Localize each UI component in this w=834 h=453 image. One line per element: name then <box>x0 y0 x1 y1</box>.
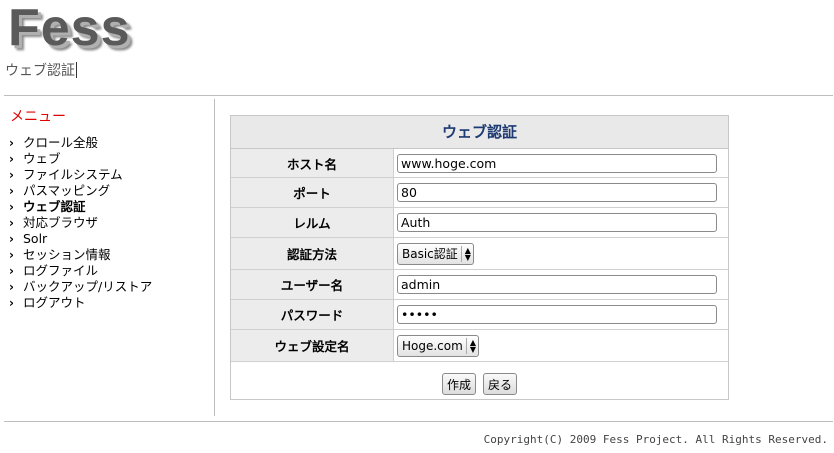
select-spinner-icon: ▲ ▼ <box>460 245 471 262</box>
sidebar-item-label[interactable]: セッション情報 <box>23 247 111 262</box>
sidebar-item[interactable]: › ファイルシステム <box>9 167 152 183</box>
port-input[interactable]: 80 <box>397 183 717 202</box>
sidebar-item-label[interactable]: クロール全般 <box>23 135 98 150</box>
sidebar-item[interactable]: › ウェブ認証 <box>9 199 152 215</box>
realm-input[interactable]: Auth <box>397 213 717 232</box>
auth-method-select[interactable]: Basic認証 ▲ ▼ <box>397 242 474 265</box>
text-cursor <box>76 62 77 78</box>
sidebar-item-label[interactable]: ウェブ認証 <box>23 199 86 214</box>
chevron-right-icon: › <box>9 136 14 150</box>
header-divider <box>4 95 833 96</box>
sidebar-item[interactable]: › Solr <box>9 231 152 247</box>
footer-divider <box>4 421 833 422</box>
sidebar-item[interactable]: › ウェブ <box>9 151 152 167</box>
sidebar-item[interactable]: › ログアウト <box>9 295 152 311</box>
username-row: ユーザー名 admin <box>231 270 728 300</box>
host-input[interactable]: www.hoge.com <box>397 153 717 173</box>
fess-logo: Fess <box>8 0 131 57</box>
sidebar-item-label[interactable]: ログファイル <box>23 263 98 278</box>
web-auth-form: ウェブ認証 ホスト名 www.hoge.com ポート 80 レルム Auth … <box>230 115 729 400</box>
realm-label: レルム <box>231 208 394 237</box>
chevron-right-icon: › <box>9 216 14 230</box>
chevron-right-icon: › <box>9 200 14 214</box>
select-spinner-icon: ▲ ▼ <box>465 337 476 354</box>
sidebar-item-label[interactable]: パスマッピング <box>23 183 110 198</box>
sidebar-item[interactable]: › バックアップ/リストア <box>9 279 152 295</box>
sidebar-item[interactable]: › パスマッピング <box>9 183 152 199</box>
auth-method-label: 認証方法 <box>231 238 394 269</box>
host-label: ホスト名 <box>231 149 394 177</box>
config-select[interactable]: Hoge.com ▲ ▼ <box>397 334 479 357</box>
sidebar-item-label[interactable]: バックアップ/リストア <box>23 279 152 294</box>
chevron-right-icon: › <box>9 264 14 278</box>
sidebar-item-label[interactable]: 対応ブラウザ <box>23 215 98 230</box>
chevron-right-icon: › <box>9 248 14 262</box>
username-label: ユーザー名 <box>231 270 394 299</box>
port-row: ポート 80 <box>231 178 728 208</box>
back-button[interactable]: 戻る <box>483 373 518 395</box>
config-label: ウェブ設定名 <box>231 330 394 361</box>
config-value: Hoge.com <box>402 338 463 353</box>
chevron-right-icon: › <box>9 168 14 182</box>
password-row: パスワード ••••• <box>231 300 728 330</box>
password-input[interactable]: ••••• <box>397 305 717 324</box>
username-input[interactable]: admin <box>397 275 717 294</box>
sidebar-item[interactable]: › ログファイル <box>9 263 152 279</box>
sidebar-item-label[interactable]: Solr <box>23 231 47 246</box>
sidebar-divider <box>214 99 215 416</box>
port-label: ポート <box>231 178 394 207</box>
auth-method-row: 認証方法 Basic認証 ▲ ▼ <box>231 238 728 270</box>
sidebar-item-label[interactable]: ファイルシステム <box>23 167 123 182</box>
realm-row: レルム Auth <box>231 208 728 238</box>
create-button[interactable]: 作成 <box>441 373 476 395</box>
password-label: パスワード <box>231 300 394 329</box>
chevron-right-icon: › <box>9 184 14 198</box>
page-subtitle: ウェブ認証 <box>5 62 77 79</box>
auth-method-value: Basic認証 <box>402 247 458 261</box>
form-actions: 作成 戻る <box>231 362 728 406</box>
menu-title: メニュー <box>10 109 66 125</box>
config-row: ウェブ設定名 Hoge.com ▲ ▼ <box>231 330 728 362</box>
form-title: ウェブ認証 <box>231 116 728 149</box>
chevron-right-icon: › <box>9 232 14 246</box>
sidebar-item-label[interactable]: ログアウト <box>23 295 86 310</box>
sidebar-item[interactable]: › 対応ブラウザ <box>9 215 152 231</box>
chevron-right-icon: › <box>9 152 14 166</box>
chevron-right-icon: › <box>9 296 14 310</box>
sidebar-item-label[interactable]: ウェブ <box>23 151 61 166</box>
sidebar-menu: › クロール全般 › ウェブ › ファイルシステム › パスマッピング › ウェブ認証 › 対応ブラウ… <box>9 135 152 311</box>
chevron-right-icon: › <box>9 280 14 294</box>
sidebar-item[interactable]: › セッション情報 <box>9 247 152 263</box>
host-row: ホスト名 www.hoge.com <box>231 149 728 178</box>
copyright: Copyright(C) 2009 Fess Project. All Righ… <box>483 433 828 446</box>
sidebar-item[interactable]: › クロール全般 <box>9 135 152 151</box>
